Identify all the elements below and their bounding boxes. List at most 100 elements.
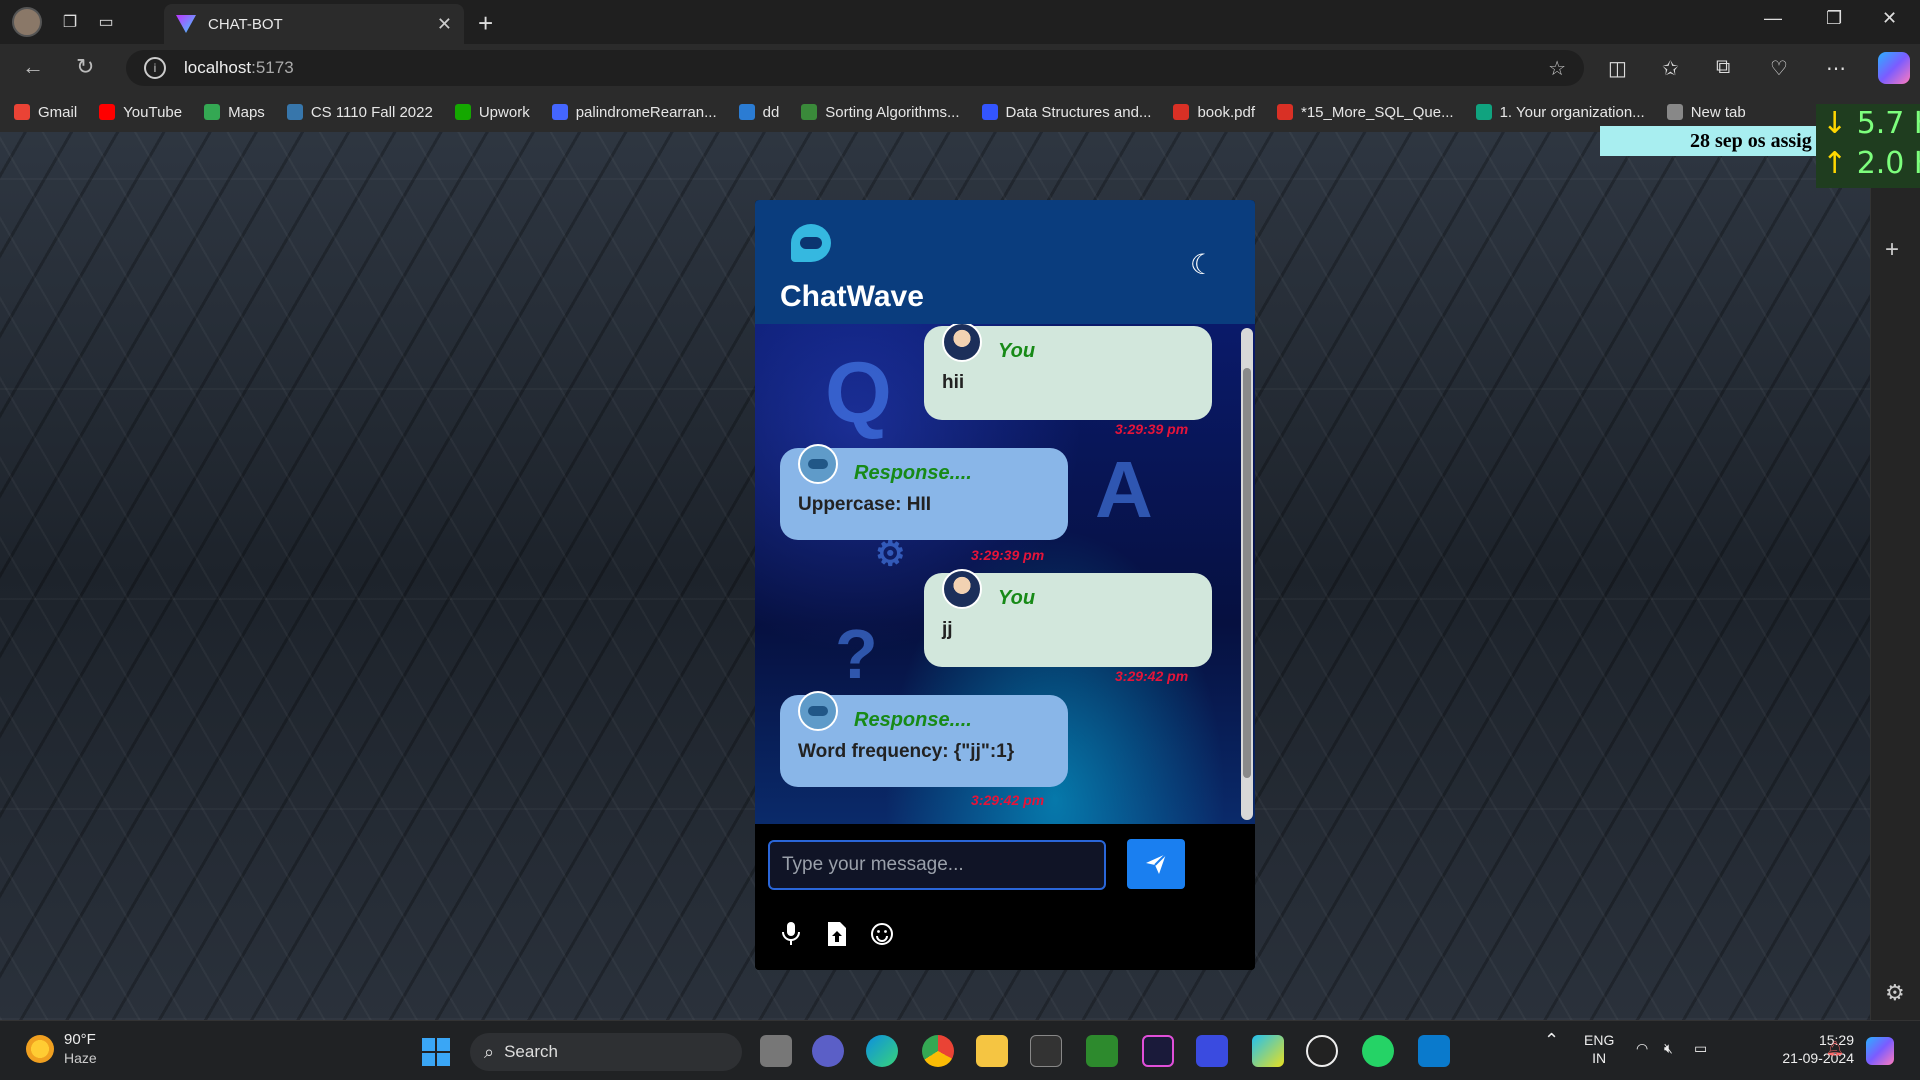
bookmark-favicon-icon: [14, 104, 30, 120]
chrome-icon[interactable]: [922, 1035, 954, 1067]
sticky-note-strip: 28 sep os assig: [1600, 126, 1816, 156]
bookmark-item[interactable]: Upwork: [454, 103, 530, 121]
chat-header: ChatWave ☾: [755, 200, 1255, 324]
whatsapp-icon[interactable]: [1362, 1035, 1394, 1067]
bookmark-item[interactable]: Maps: [204, 104, 265, 121]
upload-arrow-icon: ↑: [1822, 146, 1848, 181]
wifi-icon[interactable]: ◠: [1636, 1039, 1648, 1057]
math-app-icon[interactable]: [1196, 1035, 1228, 1067]
send-button[interactable]: [1127, 839, 1185, 889]
bookmark-item[interactable]: 1. Your organization...: [1475, 103, 1645, 121]
message-text: hii: [942, 372, 965, 393]
bookmark-item[interactable]: New tab: [1666, 104, 1746, 121]
microphone-icon[interactable]: [777, 920, 805, 948]
chat-window: ChatWave ☾ Q A ? ⚙ You hii 3:29:39 pm Respo…: [755, 200, 1255, 970]
bookmark-favicon-icon: [1173, 104, 1190, 120]
bookmark-favicon-icon: [738, 104, 755, 120]
file-upload-icon[interactable]: [823, 920, 851, 948]
network-speed-widget: ↓ 5.7 Kb ↑ 2.0 Kb: [1816, 104, 1920, 188]
bookmark-item[interactable]: dd: [738, 103, 780, 121]
terminal-icon[interactable]: [1030, 1035, 1062, 1067]
back-button[interactable]: ←: [22, 54, 44, 80]
more-menu-icon[interactable]: ⋯: [1826, 56, 1846, 81]
site-info-icon[interactable]: i: [144, 57, 166, 79]
split-screen-icon[interactable]: ◫: [1608, 56, 1627, 81]
user-message-bubble: You jj: [924, 569, 1212, 667]
message-list[interactable]: Q A ? ⚙ You hii 3:29:39 pm Response.... Uppe…: [755, 324, 1255, 824]
jetbrains-icon[interactable]: [1142, 1035, 1174, 1067]
address-bar-row: ← ↻ i localhost:5173 ☆ ◫ ✩ ⧉ ♡ ⋯: [0, 44, 1920, 92]
bookmark-label: Upwork: [478, 103, 530, 121]
tab-title: CHAT-BOT: [208, 15, 283, 33]
bot-message-bubble: Response.... Uppercase: HII: [780, 444, 1068, 540]
favorites-icon[interactable]: ✩: [1662, 56, 1679, 81]
bookmark-label: palindromeRearran...: [575, 103, 717, 121]
teams-icon[interactable]: [812, 1035, 844, 1067]
bookmark-item[interactable]: palindromeRearran...: [551, 103, 717, 121]
vscode-icon[interactable]: [1418, 1035, 1450, 1067]
browser-tab-bar: ❐ ▭ CHAT-BOT ✕ + — ❐ ✕: [0, 0, 1920, 44]
message-timestamp: 3:29:42 pm: [1115, 668, 1189, 684]
edge-icon[interactable]: [866, 1035, 898, 1067]
tab-chat-bot[interactable]: CHAT-BOT ✕: [164, 4, 464, 44]
new-tab-button[interactable]: +: [478, 8, 493, 39]
reload-button[interactable]: ↻: [76, 54, 94, 80]
decor-a-glyph: A: [1095, 445, 1153, 534]
url-port: :5173: [251, 58, 294, 77]
message-timestamp: 3:29:39 pm: [971, 547, 1045, 563]
file-explorer-icon[interactable]: [976, 1035, 1008, 1067]
message-scrollbar[interactable]: [1241, 328, 1253, 820]
show-hidden-icons[interactable]: ⌃: [1544, 1031, 1559, 1049]
decor-gear-icon: ⚙: [875, 535, 906, 573]
widgets-app-icon[interactable]: [1252, 1035, 1284, 1067]
stocks-app-icon[interactable]: [1086, 1035, 1118, 1067]
bookmark-item[interactable]: YouTube: [99, 104, 182, 121]
bookmark-favicon-icon: [454, 104, 471, 120]
taskbar-search[interactable]: ⌕ Search: [470, 1033, 742, 1071]
favorite-star-icon[interactable]: ☆: [1548, 56, 1566, 81]
volume-muted-icon[interactable]: 🔇︎: [1664, 1039, 1673, 1057]
weather-widget[interactable]: 90°F Haze: [26, 1031, 97, 1067]
bookmark-label: 1. Your organization...: [1499, 103, 1645, 121]
weather-haze-icon: [26, 1035, 54, 1063]
media-player-icon[interactable]: [1306, 1035, 1338, 1067]
scrollbar-thumb[interactable]: [1243, 368, 1251, 778]
bookmark-favicon-icon: [551, 104, 568, 120]
task-view-icon[interactable]: [760, 1035, 792, 1067]
bookmark-favicon-icon: [801, 104, 818, 120]
copilot-icon[interactable]: [1878, 52, 1910, 84]
start-button[interactable]: [422, 1038, 450, 1066]
url-host: localhost: [184, 58, 252, 77]
bookmark-item[interactable]: Data Structures and...: [981, 104, 1151, 121]
sidebar-settings-icon[interactable]: ⚙: [1885, 980, 1905, 1006]
language-indicator[interactable]: ENG IN: [1584, 1031, 1614, 1067]
bookmark-label: Maps: [228, 103, 265, 121]
bot-avatar-icon: [798, 444, 838, 484]
close-window-button[interactable]: ✕: [1882, 8, 1897, 29]
browser-essentials-icon[interactable]: ♡: [1770, 56, 1788, 81]
bookmark-item[interactable]: book.pdf: [1173, 104, 1255, 121]
bookmark-item[interactable]: Gmail: [14, 104, 77, 121]
minimize-button[interactable]: —: [1764, 8, 1782, 29]
battery-icon[interactable]: ▭: [1694, 1039, 1707, 1057]
tab-actions-icon[interactable]: ▭: [88, 4, 124, 40]
bookmark-item[interactable]: Sorting Algorithms...: [801, 104, 960, 121]
workspaces-icon[interactable]: ❐: [52, 4, 88, 40]
dark-mode-toggle-icon[interactable]: ☾: [1190, 248, 1215, 281]
bookmark-label: *15_More_SQL_Que...: [1300, 103, 1454, 121]
add-sidebar-app-icon[interactable]: +: [1885, 236, 1899, 264]
bookmark-favicon-icon: [286, 104, 303, 120]
close-tab-icon[interactable]: ✕: [437, 14, 452, 35]
profile-avatar[interactable]: [12, 7, 42, 37]
url-field[interactable]: i localhost:5173 ☆: [126, 50, 1584, 86]
bookmark-item[interactable]: CS 1110 Fall 2022: [286, 104, 433, 121]
notification-bell-icon[interactable]: 🔔︎: [1826, 1039, 1844, 1057]
bookmark-item[interactable]: *15_More_SQL_Que...: [1276, 103, 1454, 121]
send-icon: [1146, 853, 1167, 874]
bookmark-label: dd: [762, 103, 780, 121]
maximize-button[interactable]: ❐: [1826, 8, 1842, 29]
collections-icon[interactable]: ⧉: [1716, 56, 1730, 79]
emoji-picker-icon[interactable]: [868, 920, 896, 948]
message-input[interactable]: [768, 840, 1106, 890]
copilot-taskbar-icon[interactable]: [1866, 1037, 1894, 1065]
